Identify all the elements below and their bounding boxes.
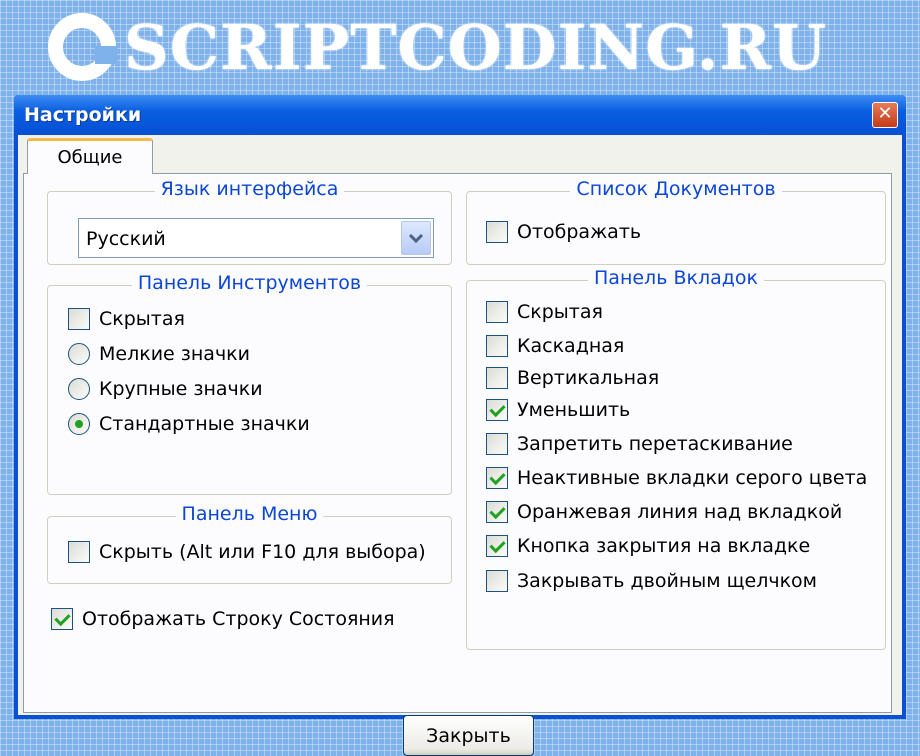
close-button[interactable]: Закрыть xyxy=(403,715,534,756)
toolbar-standard-icons-label: Стандартные значки xyxy=(99,413,310,435)
language-group: Язык интерфейса Русский xyxy=(47,178,452,265)
tabbar-option[interactable]: Оранжевая линия над вкладкой xyxy=(486,501,842,523)
window-title: Настройки xyxy=(24,104,142,126)
doclist-group-legend: Список Документов xyxy=(570,178,782,200)
menu-hide-checkbox[interactable] xyxy=(68,541,90,563)
tabbar-cascade-checkbox[interactable] xyxy=(486,335,508,357)
tabbar-option-label: Запретить перетаскивание xyxy=(517,433,793,455)
window-close-button[interactable]: ✕ xyxy=(872,102,898,128)
tabbar-shrink-checkbox[interactable] xyxy=(486,399,508,421)
toolbar-large-icons-label: Крупные значки xyxy=(99,378,263,400)
toolbar-hidden-label: Скрытая xyxy=(99,308,185,330)
settings-dialog: Настройки ✕ Общие Язык интерфейса Русски… xyxy=(14,95,906,756)
toolbar-group: Панель Инструментов Скрытая Мелкие значк… xyxy=(47,272,452,495)
tabbar-option-label: Закрывать двойным щелчком xyxy=(517,570,818,592)
tabbar-option[interactable]: Каскадная xyxy=(486,335,624,357)
tabbar-option[interactable]: Вертикальная xyxy=(486,367,659,389)
doclist-show-option[interactable]: Отображать xyxy=(486,221,641,243)
menu-hide-label: Скрыть (Alt или F10 для выбора) xyxy=(99,541,426,563)
toolbar-small-icons-radio[interactable] xyxy=(68,343,90,365)
toolbar-hidden-checkbox[interactable] xyxy=(68,308,90,330)
menu-hide-option[interactable]: Скрыть (Alt или F10 для выбора) xyxy=(68,541,426,563)
toolbar-large-icons-option[interactable]: Крупные значки xyxy=(68,378,263,400)
tabbar-option-label: Уменьшить xyxy=(517,399,631,421)
tabbar-option[interactable]: Запретить перетаскивание xyxy=(486,433,793,455)
watermark-text: SCRIPTCODING.RU xyxy=(124,10,828,84)
tabbar-option[interactable]: Скрытая xyxy=(486,301,603,323)
statusbar-checkbox[interactable] xyxy=(51,608,73,630)
tabbar-option[interactable]: Закрывать двойным щелчком xyxy=(486,570,817,592)
language-select-value: Русский xyxy=(86,228,166,250)
toolbar-standard-icons-option[interactable]: Стандартные значки xyxy=(68,413,310,435)
tabbar-option-label: Кнопка закрытия на вкладке xyxy=(517,535,811,557)
tabbar-option-label: Вертикальная xyxy=(517,367,660,389)
language-select[interactable]: Русский xyxy=(78,218,434,258)
toolbar-large-icons-radio[interactable] xyxy=(68,378,90,400)
watermark-logo-icon xyxy=(48,13,117,81)
toolbar-small-icons-label: Мелкие значки xyxy=(99,343,250,365)
tabbar-option[interactable]: Уменьшить xyxy=(486,399,630,421)
statusbar-option[interactable]: Отображать Строку Состояния xyxy=(51,608,395,630)
toolbar-group-legend: Панель Инструментов xyxy=(131,272,368,294)
tabbar-gray-inactive-checkbox[interactable] xyxy=(486,467,508,489)
tabbar-double-click-checkbox[interactable] xyxy=(486,570,508,592)
tabbar-option[interactable]: Неактивные вкладки серого цвета xyxy=(486,467,867,489)
menu-group: Панель Меню Скрыть (Alt или F10 для выбо… xyxy=(47,503,452,584)
tabbar-close-button-checkbox[interactable] xyxy=(486,535,508,557)
language-group-legend: Язык интерфейса xyxy=(154,178,345,200)
toolbar-hidden-option[interactable]: Скрытая xyxy=(68,308,185,330)
tab-general[interactable]: Общие xyxy=(27,138,153,174)
tabbar-group: Панель Вкладок Скрытая Каскадная Вертика… xyxy=(466,267,886,650)
doclist-show-checkbox[interactable] xyxy=(486,221,508,243)
doclist-group: Список Документов Отображать xyxy=(466,178,886,265)
tab-general-label: Общие xyxy=(57,147,123,168)
dialog-client-area: Общие Язык интерфейса Русский Панель Инс… xyxy=(18,135,902,756)
watermark: SCRIPTCODING.RU xyxy=(48,4,827,90)
statusbar-label: Отображать Строку Состояния xyxy=(82,608,395,630)
tabbar-option[interactable]: Кнопка закрытия на вкладке xyxy=(486,535,810,557)
tabbar-group-legend: Панель Вкладок xyxy=(588,267,764,289)
title-bar[interactable]: Настройки ✕ xyxy=(14,95,906,135)
menu-group-legend: Панель Меню xyxy=(175,503,324,525)
tabbar-option-label: Неактивные вкладки серого цвета xyxy=(517,467,868,489)
toolbar-standard-icons-radio[interactable] xyxy=(68,413,90,435)
chevron-down-icon[interactable] xyxy=(401,221,431,255)
close-icon: ✕ xyxy=(877,103,893,124)
tabbar-no-drag-checkbox[interactable] xyxy=(486,433,508,455)
tabbar-orange-line-checkbox[interactable] xyxy=(486,501,508,523)
tabbar-hidden-checkbox[interactable] xyxy=(486,301,508,323)
tabbar-option-label: Оранжевая линия над вкладкой xyxy=(517,501,843,523)
tab-panel-general: Язык интерфейса Русский Панель Инструмен… xyxy=(23,173,892,756)
tabbar-option-label: Скрытая xyxy=(517,301,603,323)
toolbar-small-icons-option[interactable]: Мелкие значки xyxy=(68,343,250,365)
doclist-show-label: Отображать xyxy=(517,221,642,243)
tabbar-option-label: Каскадная xyxy=(517,335,625,357)
tabbar-vertical-checkbox[interactable] xyxy=(486,367,508,389)
